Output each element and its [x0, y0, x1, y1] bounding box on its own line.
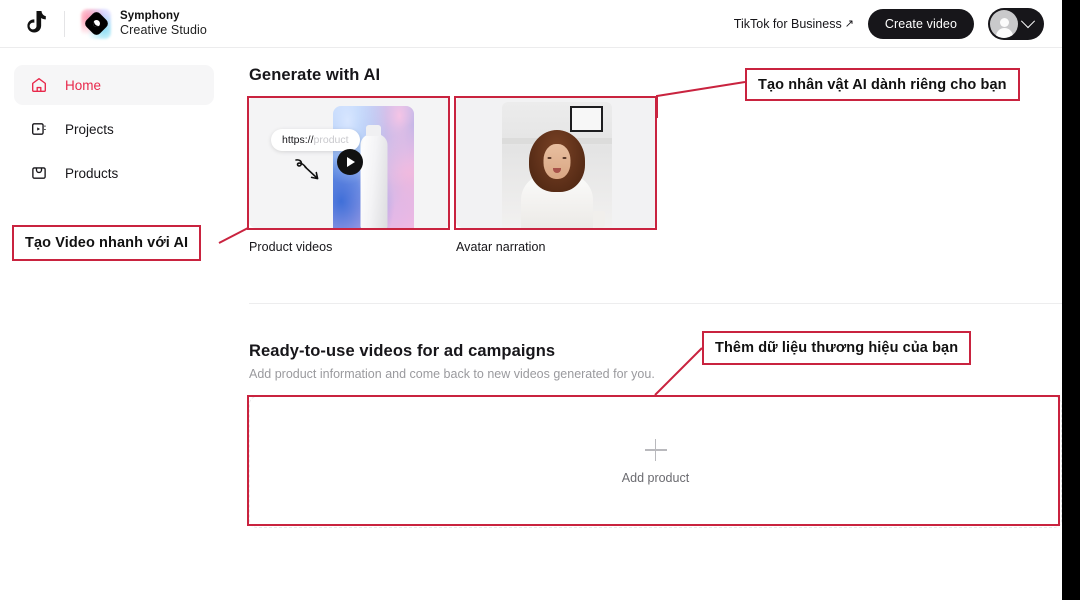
chevron-down-icon [1020, 13, 1036, 28]
top-bar: Symphony Creative Studio TikTok for Busi… [0, 0, 1062, 48]
sidebar: Home Projects Products [0, 48, 228, 600]
home-icon [29, 76, 48, 95]
play-button-icon [336, 149, 363, 175]
pen-cursor-icon [292, 156, 326, 191]
card-avatar-narration[interactable]: Avatar narration [456, 96, 657, 254]
tiktok-for-business-label: TikTok for Business [733, 16, 842, 31]
generate-with-ai-title: Generate with AI [249, 66, 381, 84]
topbar-actions: TikTok for Business ↗ Create video [734, 7, 1044, 40]
brand-line-2: Creative Studio [120, 22, 207, 37]
ready-to-use-subtitle: Add product information and come back to… [249, 367, 655, 381]
products-bag-icon [29, 164, 48, 183]
sidebar-item-projects[interactable]: Projects [14, 109, 214, 149]
annotation-callout-product-video: Tạo Video nhanh với AI [12, 225, 202, 261]
sidebar-item-home[interactable]: Home [14, 65, 214, 105]
card-product-videos[interactable]: https://product Product videos [249, 96, 450, 254]
add-product-dropzone[interactable]: Add product [249, 396, 1062, 528]
avatar-narration-thumbnail [456, 96, 657, 228]
sidebar-item-label: Home [65, 77, 102, 93]
ready-to-use-title: Ready-to-use videos for ad campaigns [249, 342, 556, 360]
sidebar-item-label: Projects [65, 121, 114, 137]
brand-line-1: Symphony [120, 9, 180, 22]
sidebar-item-label: Products [65, 165, 119, 181]
card-label: Avatar narration [456, 240, 546, 254]
sidebar-item-products[interactable]: Products [14, 153, 214, 193]
url-input-pill: https://product [271, 129, 360, 151]
tiktok-logo-icon[interactable] [22, 10, 48, 38]
section-divider [249, 303, 1062, 304]
annotation-callout-brand-data: Thêm dữ liệu thương hiệu của bạn [702, 331, 972, 365]
external-link-arrow-icon: ↗ [844, 18, 854, 30]
add-product-label: Add product [621, 471, 690, 485]
account-menu-button[interactable] [988, 7, 1044, 40]
app-root: Symphony Creative Studio TikTok for Busi… [0, 0, 1080, 600]
avatar-scene [456, 96, 657, 228]
projects-video-icon [29, 120, 48, 139]
topbar-divider [64, 10, 65, 37]
product-videos-thumbnail: https://product [249, 96, 450, 228]
bottle-graphic [360, 134, 387, 228]
url-typed-text: https:// [282, 134, 314, 146]
annotation-callout-avatar: Tạo nhân vật AI dành riêng cho bạn [745, 68, 1020, 101]
create-video-button[interactable]: Create video [867, 8, 974, 39]
user-avatar-icon [990, 9, 1018, 38]
brand-text: Symphony Creative Studio [120, 9, 207, 39]
url-hint-text: product [313, 134, 349, 146]
tiktok-for-business-link[interactable]: TikTok for Business ↗ [734, 17, 854, 31]
right-black-gutter [1062, 0, 1080, 600]
plus-icon [644, 439, 667, 461]
symphony-diamond-icon [81, 8, 111, 39]
card-label: Product videos [249, 240, 333, 254]
main-content: Generate with AI https://product Product… [228, 48, 1062, 600]
